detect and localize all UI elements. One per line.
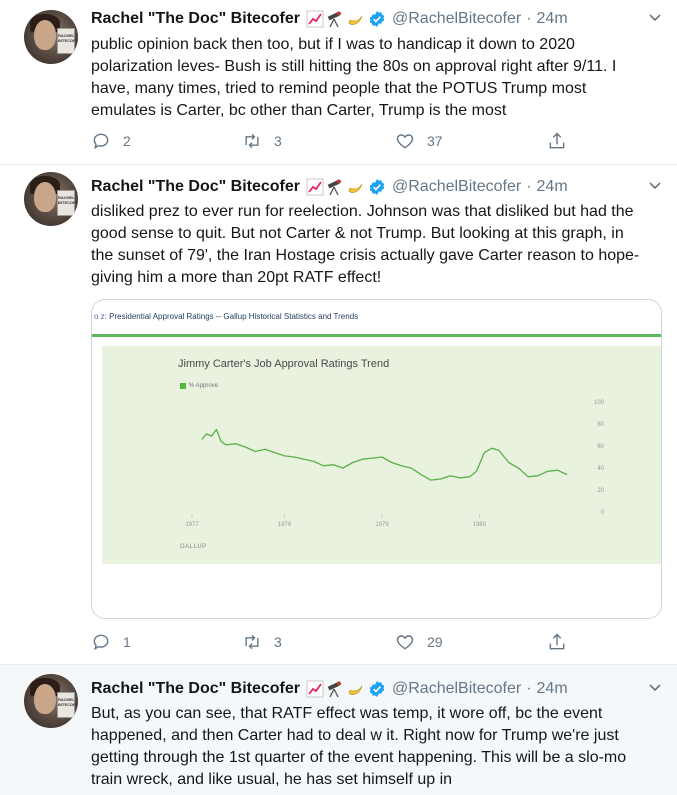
verified-badge-icon (369, 179, 385, 195)
verified-badge-icon (369, 11, 385, 27)
chart-increasing-icon (306, 680, 324, 698)
tweet-text-line: disliked prez to ever run for reelection… (91, 203, 634, 220)
x-tick-label: 1977 (185, 522, 199, 528)
telescope-icon (327, 179, 341, 196)
tweet-text: disliked prez to ever run for reelection… (91, 201, 667, 289)
share-icon (549, 633, 565, 650)
embedded-image[interactable]: o z: Presidential Approval Ratings -- Ga… (91, 299, 662, 619)
y-tick-label: 0 (601, 510, 605, 516)
chevron-down-icon[interactable] (646, 176, 664, 194)
tweet-text-line: But, as you can see, that RATF effect wa… (91, 705, 603, 722)
tweet-text: public opinion back then too, but if I w… (91, 34, 667, 122)
tweet-header: Rachel "The Doc" Bitecofer @RachelBiteco… (91, 678, 568, 700)
telescope-icon (327, 681, 341, 698)
timestamp[interactable]: 24m (537, 680, 568, 698)
avatar-book: RACHEL BITECOFER (57, 190, 78, 216)
tweet[interactable]: RACHEL BITECOFER Rachel "The Doc" Biteco… (0, 0, 677, 165)
x-tick-label: 1980 (473, 522, 487, 528)
share-icon (549, 132, 565, 149)
heart-icon (396, 134, 414, 149)
x-tick-label: 1979 (375, 522, 389, 528)
tweet-actions: 1 3 29 (91, 630, 571, 654)
name-emojis (306, 178, 364, 196)
separator-dot: · (526, 178, 532, 195)
tweet-text-line: getting through the 1st quarter of the e… (91, 749, 627, 766)
timestamp[interactable]: 24m (537, 178, 568, 196)
y-tick-label: 100 (594, 400, 605, 406)
chevron-down-icon[interactable] (646, 678, 664, 696)
avatar-face (34, 182, 56, 212)
avatar-book: RACHEL BITECOFER (57, 692, 78, 718)
tweet-header: Rachel "The Doc" Bitecofer @RachelBiteco… (91, 8, 568, 30)
reply-button[interactable]: 2 (91, 129, 131, 153)
reply-count: 1 (123, 634, 131, 650)
display-name[interactable]: Rachel "The Doc" Bitecofer (91, 10, 300, 28)
tweet[interactable]: RACHEL BITECOFER Rachel "The Doc" Biteco… (0, 665, 677, 795)
banana-icon (348, 685, 363, 695)
user-handle[interactable]: @RachelBitecofer (392, 178, 521, 196)
separator-dot: · (526, 680, 532, 697)
tweet-actions: 2 3 37 (91, 129, 571, 153)
name-emojis (306, 680, 364, 698)
retweet-count: 3 (274, 133, 282, 149)
tweet-text-line: polarization leves- Bush is still hittin… (91, 58, 617, 75)
avatar[interactable]: RACHEL BITECOFER (24, 674, 78, 728)
chart-credit: GALLUP (180, 544, 207, 550)
share-button[interactable] (547, 630, 567, 654)
y-tick-label: 60 (597, 444, 604, 450)
chart-increasing-icon (306, 10, 324, 28)
retweet-icon (245, 133, 259, 149)
y-tick-label: 40 (597, 466, 604, 472)
retweet-count: 3 (274, 634, 282, 650)
reply-button[interactable]: 1 (91, 630, 131, 654)
image-lower-margin (92, 564, 661, 618)
avatar-face (34, 684, 56, 714)
like-button[interactable]: 29 (395, 630, 443, 654)
avatar[interactable]: RACHEL BITECOFER (24, 172, 78, 226)
y-tick-label: 20 (597, 488, 604, 494)
like-button[interactable]: 37 (395, 129, 443, 153)
tweet-text-line: have, many times, tried to remind people… (91, 80, 587, 97)
avatar-book: RACHEL BITECOFER (57, 28, 78, 54)
verified-badge-icon (369, 681, 385, 697)
tweet-text-line: the sunset of 79', the Iran Hostage cris… (91, 247, 640, 264)
separator-dot: · (526, 10, 532, 27)
reply-icon (93, 634, 109, 651)
tweet-text-line: happened, and then Carter had to deal w … (91, 727, 619, 744)
reply-count: 2 (123, 133, 131, 149)
telescope-icon (327, 11, 341, 28)
x-tick-label: 1978 (278, 522, 292, 528)
approve-series-line (201, 428, 568, 481)
avatar-face (34, 20, 56, 50)
like-count: 37 (427, 133, 443, 149)
tweet-text-line: giving him a more than 20pt RATF effect! (91, 269, 382, 286)
retweet-button[interactable]: 3 (242, 630, 282, 654)
chart-increasing-icon (306, 178, 324, 196)
tweet-header: Rachel "The Doc" Bitecofer @RachelBiteco… (91, 176, 568, 198)
tweet-text-line: train wreck, and like usual, he has set … (91, 771, 453, 788)
tweet[interactable]: RACHEL BITECOFER Rachel "The Doc" Biteco… (0, 165, 677, 665)
like-count: 29 (427, 634, 443, 650)
heart-icon (396, 635, 414, 650)
tweet-text-line: good sense to quit. But not Carter & not… (91, 225, 624, 242)
timestamp[interactable]: 24m (537, 10, 568, 28)
share-button[interactable] (547, 129, 567, 153)
avatar[interactable]: RACHEL BITECOFER (24, 10, 78, 64)
tweet-text-line: public opinion back then too, but if I w… (91, 36, 575, 53)
display-name[interactable]: Rachel "The Doc" Bitecofer (91, 680, 300, 698)
reply-icon (93, 133, 109, 150)
user-handle[interactable]: @RachelBitecofer (392, 680, 521, 698)
tweet-text-line: emulates is Carter, bc other than Carter… (91, 102, 507, 119)
retweet-icon (245, 634, 259, 650)
banana-icon (348, 15, 363, 25)
y-tick-label: 80 (597, 422, 604, 428)
retweet-button[interactable]: 3 (242, 129, 282, 153)
display-name[interactable]: Rachel "The Doc" Bitecofer (91, 178, 300, 196)
chevron-down-icon[interactable] (646, 8, 664, 26)
name-emojis (306, 10, 364, 28)
user-handle[interactable]: @RachelBitecofer (392, 10, 521, 28)
tweet-text: But, as you can see, that RATF effect wa… (91, 703, 667, 791)
banana-icon (348, 183, 363, 193)
